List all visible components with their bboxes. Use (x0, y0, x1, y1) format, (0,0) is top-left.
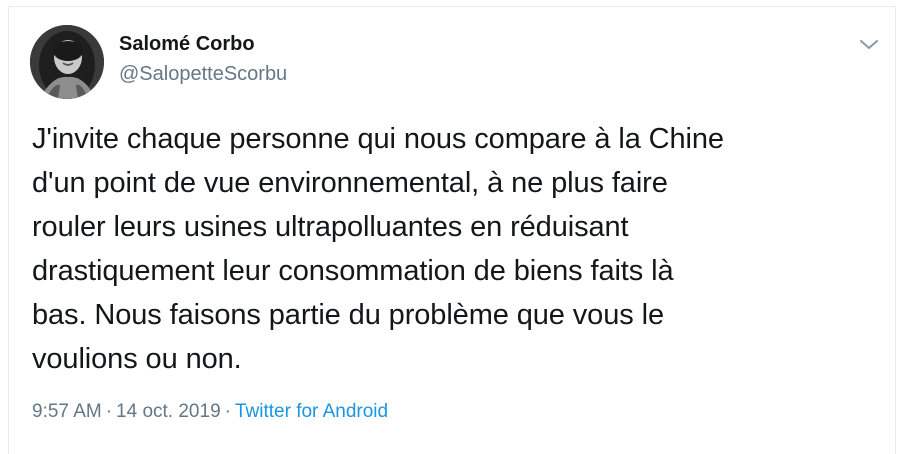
chevron-down-icon[interactable] (857, 35, 881, 55)
tweet-source-link[interactable]: Twitter for Android (235, 401, 388, 422)
meta-separator: · (105, 401, 113, 422)
tweet-card: Salomé Corbo @SalopetteScorbu J'invite c… (8, 6, 896, 454)
avatar[interactable] (30, 25, 104, 99)
tweet-date[interactable]: 14 oct. 2019 (116, 401, 221, 422)
tweet-text: J'invite chaque personne qui nous compar… (32, 123, 724, 375)
author-display-name[interactable]: Salomé Corbo (119, 33, 255, 56)
meta-separator: · (224, 401, 231, 422)
tweet-meta: 9:57 AM · 14 oct. 2019 · Twitter for Android (32, 401, 388, 423)
author-handle[interactable]: @SalopetteScorbu (119, 63, 287, 86)
tweet-time[interactable]: 9:57 AM (32, 401, 102, 422)
profile-photo-icon (30, 25, 104, 99)
